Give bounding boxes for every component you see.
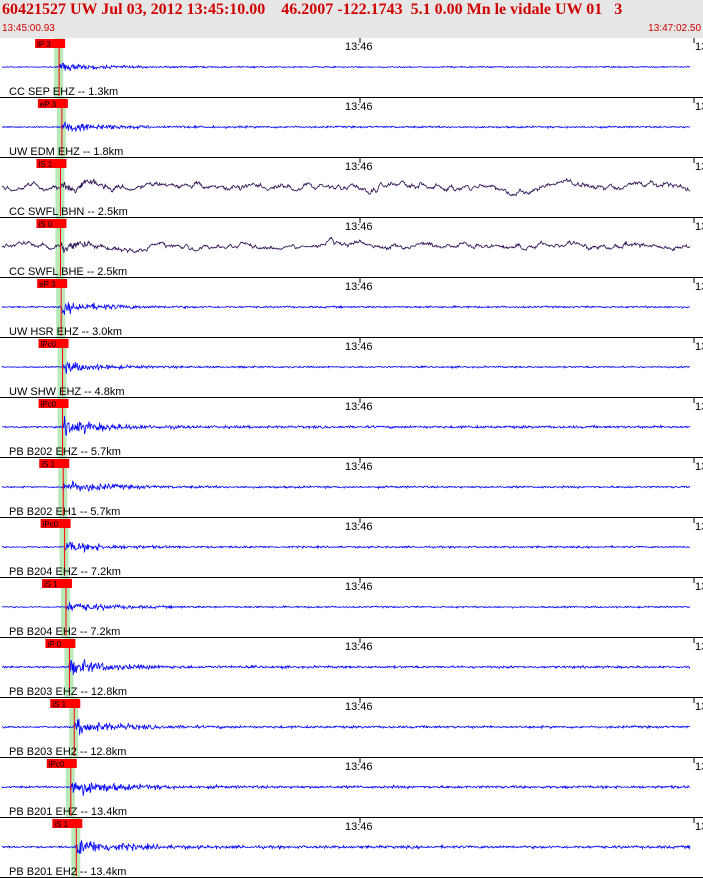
pick-label: iPc0 [41, 340, 57, 349]
minute-tick-label: 13:46 [345, 161, 373, 173]
trace-panel[interactable]: iS 1 13:46 13 PB B203 EH2 -- 12.8km [0, 698, 703, 758]
waveform-trace [1, 301, 691, 315]
pick-label: iS 1 [41, 460, 55, 469]
pick-label: iP 3 [37, 40, 51, 49]
trace-panel[interactable]: iS 1 13:46 13 PB B204 EH2 -- 7.2km [0, 578, 703, 638]
station-label: CC SWFL BHE -- 2.5km [9, 266, 127, 278]
station-label: PB B201 EHZ -- 13.4km [9, 806, 127, 818]
station-label: CC SWFL BHN -- 2.5km [9, 206, 128, 218]
minute-tick-label: 13:46 [345, 581, 373, 593]
edge-tick-label: 13 [695, 641, 703, 653]
waveform-trace [2, 121, 691, 133]
trace-panel[interactable]: eP 3 13:46 13 UW HSR EHZ -- 3.0km [0, 278, 703, 338]
trace-panel[interactable]: iPc0 13:46 13 UW SHW EHZ -- 4.8km [0, 338, 703, 398]
trace-panel[interactable]: iS 0 13:46 13 CC SWFL BHE -- 2.5km [0, 218, 703, 278]
trace-panel[interactable]: iS 1 13:46 13 PB B202 EH1 -- 5.7km [0, 458, 703, 518]
edge-tick-label: 13 [695, 161, 703, 173]
trace-panel[interactable]: iPc0 13:46 13 PB B202 EHZ -- 5.7km [0, 398, 703, 458]
minute-tick-label: 13:46 [345, 821, 373, 833]
pick-label: iS 1 [38, 160, 52, 169]
edge-tick-label: 13 [695, 401, 703, 413]
waveform-trace [1, 361, 691, 374]
minute-tick-label: 13:46 [345, 401, 373, 413]
waveform-trace [2, 62, 691, 72]
pick-label: iPc0 [49, 760, 65, 769]
station-label: PB B201 EH2 -- 13.4km [9, 866, 126, 878]
edge-tick-label: 13 [695, 461, 703, 473]
minute-tick-label: 13:46 [345, 221, 373, 233]
station-label: UW EDM EHZ -- 1.8km [9, 146, 123, 158]
minute-tick-label: 13:46 [345, 461, 373, 473]
edge-tick-label: 13 [695, 821, 703, 833]
minute-tick-label: 13:46 [345, 521, 373, 533]
minute-tick-label: 13:46 [345, 41, 373, 53]
pick-label: iS 1 [44, 580, 58, 589]
pick-label: iPc0 [41, 400, 57, 409]
waveform-trace [1, 840, 691, 854]
station-label: UW HSR EHZ -- 3.0km [9, 326, 122, 338]
trace-panel[interactable]: iPc0 13:46 13 PB B201 EHZ -- 13.4km [0, 758, 703, 818]
edge-tick-label: 13 [695, 221, 703, 233]
edge-tick-label: 13 [695, 701, 703, 713]
trace-panel[interactable]: iS 1 13:46 13 CC SWFL BHN -- 2.5km [0, 158, 703, 218]
pick-label: eP 3 [39, 280, 56, 289]
pick-label: iS 1 [54, 820, 68, 829]
waveform-trace [1, 782, 691, 796]
edge-tick-label: 13 [695, 521, 703, 533]
pick-label: iPc0 [43, 520, 59, 529]
edge-tick-label: 13 [695, 101, 703, 113]
station-label: PB B204 EHZ -- 7.2km [9, 566, 121, 578]
trace-panel[interactable]: iS 1 13:46 13 PB B201 EH2 -- 13.4km [0, 818, 703, 878]
edge-tick-label: 13 [695, 41, 703, 53]
minute-tick-label: 13:46 [345, 761, 373, 773]
waveform-trace [2, 659, 691, 676]
waveform-trace [1, 480, 691, 492]
station-label: PB B202 EHZ -- 5.7km [9, 446, 121, 458]
pick-label: iS 1 [52, 700, 66, 709]
edge-tick-label: 13 [695, 761, 703, 773]
minute-tick-label: 13:46 [345, 701, 373, 713]
pick-label: eP 3 [40, 100, 57, 109]
pick-label: iS 0 [38, 220, 52, 229]
minute-tick-label: 13:46 [345, 341, 373, 353]
waveform-trace [1, 602, 691, 612]
trace-panel[interactable]: iPc0 13:46 13 PB B204 EHZ -- 7.2km [0, 518, 703, 578]
station-label: PB B204 EH2 -- 7.2km [9, 626, 120, 638]
waveform-trace [1, 236, 691, 254]
seismogram-panels[interactable]: iP 3 13:46 13 CC SEP EHZ -- 1.3km eP 3 13:46 1… [0, 38, 703, 878]
station-label: PB B203 EH2 -- 12.8km [9, 746, 126, 758]
minute-tick-label: 13:46 [345, 281, 373, 293]
edge-tick-label: 13 [695, 581, 703, 593]
station-label: CC SEP EHZ -- 1.3km [9, 86, 118, 98]
waveform-trace [1, 718, 691, 736]
window-start-time: 13:45:00.93 [2, 23, 55, 34]
trace-panel[interactable]: iP 3 13:46 13 CC SEP EHZ -- 1.3km [0, 38, 703, 98]
station-label: PB B202 EH1 -- 5.7km [9, 506, 120, 518]
minute-tick-label: 13:46 [345, 101, 373, 113]
waveform-trace [1, 415, 691, 436]
edge-tick-label: 13 [695, 281, 703, 293]
window-end-time: 13:47:02.50 [648, 23, 701, 34]
waveform-trace [1, 177, 691, 197]
trace-panel[interactable]: eP 3 13:46 13 UW EDM EHZ -- 1.8km [0, 98, 703, 158]
plot-header: 60421527 UW Jul 03, 2012 13:45:10.00 46.… [0, 0, 703, 38]
station-label: UW SHW EHZ -- 4.8km [9, 386, 125, 398]
minute-tick-label: 13:46 [345, 641, 373, 653]
edge-tick-label: 13 [695, 341, 703, 353]
station-label: PB B203 EHZ -- 12.8km [9, 686, 127, 698]
waveform-trace [1, 541, 691, 553]
pick-label: iP 0 [47, 640, 61, 649]
trace-panel[interactable]: iP 0 13:46 13 PB B203 EHZ -- 12.8km [0, 638, 703, 698]
event-title: 60421527 UW Jul 03, 2012 13:45:10.00 46.… [2, 1, 623, 18]
